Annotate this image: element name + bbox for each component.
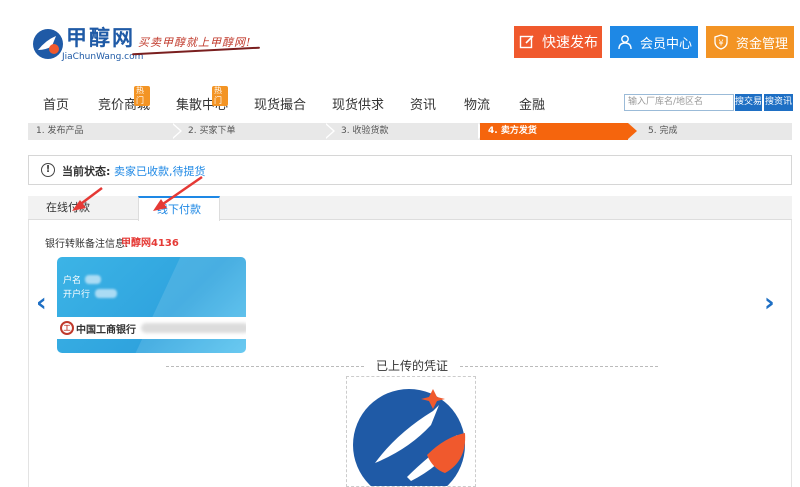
step-separator [171,123,180,139]
tab-offline-payment[interactable]: 线下付款 [138,196,220,221]
divider-right [460,366,658,367]
card-holder-blurred [85,275,101,284]
step-1: 1. 发布产品 [36,126,84,136]
nav-label: 现货撮合 [254,98,307,113]
nav-item-spot-supply[interactable]: 现货供求 [332,94,384,113]
step-active-tip [628,123,637,139]
voucher-title: 已上传的凭证 [375,359,448,373]
nav-item-logistics[interactable]: 物流 [464,94,490,113]
nav-label: 金融 [519,98,546,113]
search-input[interactable]: 输入厂库名/地区名 [624,94,734,111]
transfer-remark-value: 甲醇网4136 [121,238,179,249]
funds-management-label: 资金管理 [735,36,788,52]
tab-online-payment[interactable]: 在线付款 [28,196,108,220]
member-center-button[interactable]: 会员中心 [610,26,698,58]
nav-label: 资讯 [410,98,437,113]
bank-name: 中国工商银行 [76,325,136,336]
nav-item-finance[interactable]: 金融 [519,94,545,113]
chevron-left-icon[interactable]: ‹ [36,290,47,316]
card-bank-strip: 工 中国工商银行 [57,317,246,339]
nav-item-home[interactable]: 首页 [43,94,69,113]
info-icon: ! [41,163,55,177]
svg-text:¥: ¥ [718,39,723,48]
nav-item-news[interactable]: 资讯 [410,94,436,113]
step-2: 2. 买家下单 [188,126,236,136]
quick-publish-button[interactable]: 快速发布 [514,26,602,58]
transfer-remark-label: 银行转账备注信息: [45,239,129,250]
icbc-logo-icon: 工 [60,321,74,335]
step-5: 5. 完成 [648,126,678,136]
hot-badge: 热门 [134,86,151,106]
card-holder-label: 户名 [63,276,82,286]
member-center-label: 会员中心 [639,36,692,52]
nav-label: 现货供求 [332,98,385,113]
card-number-blurred [141,323,246,333]
nav-item-auction-mall[interactable]: 竞价商城 热门 [98,86,151,113]
status-label: 当前状态: [62,165,111,178]
status-value: 卖家已收款,待提货 [114,165,206,178]
card-branch-blurred [95,289,117,298]
logo-text[interactable]: 甲醇网 [66,22,135,52]
user-icon [616,33,634,51]
divider-left [166,366,364,367]
bank-card: 户名 开户行 工 中国工商银行 [57,257,246,353]
shield-yen-icon: ¥ [712,33,730,51]
card-branch-label: 开户行 [63,290,91,300]
search-news-button[interactable]: 搜资讯 [764,94,793,111]
quick-publish-label: 快速发布 [542,35,598,51]
hot-badge: 热门 [212,86,229,106]
nav-item-spot-matching[interactable]: 现货撮合 [254,94,306,113]
nav-label: 首页 [43,98,70,113]
status-box: ! 当前状态: 卖家已收款,待提货 [28,155,792,185]
step-separator [324,123,333,139]
search-trade-button[interactable]: 搜交易 [735,94,762,111]
progress-steps: 1. 发布产品 2. 买家下单 3. 收验货款 4. 卖方发货 5. 完成 [28,123,792,140]
step-3: 3. 收验货款 [341,126,389,136]
step-4-active: 4. 卖方发货 [480,123,628,140]
chevron-right-icon[interactable]: › [764,290,775,316]
edit-icon [518,33,536,51]
payment-tabs: 在线付款 线下付款 [28,196,792,221]
uploaded-voucher[interactable] [346,376,476,487]
logo-icon[interactable] [32,28,64,60]
funds-management-button[interactable]: ¥ 资金管理 [706,26,794,58]
nav-label: 物流 [464,98,491,113]
voucher-logo-image [353,389,466,486]
nav-item-distribution-center[interactable]: 集散中心 热门 [176,86,229,113]
